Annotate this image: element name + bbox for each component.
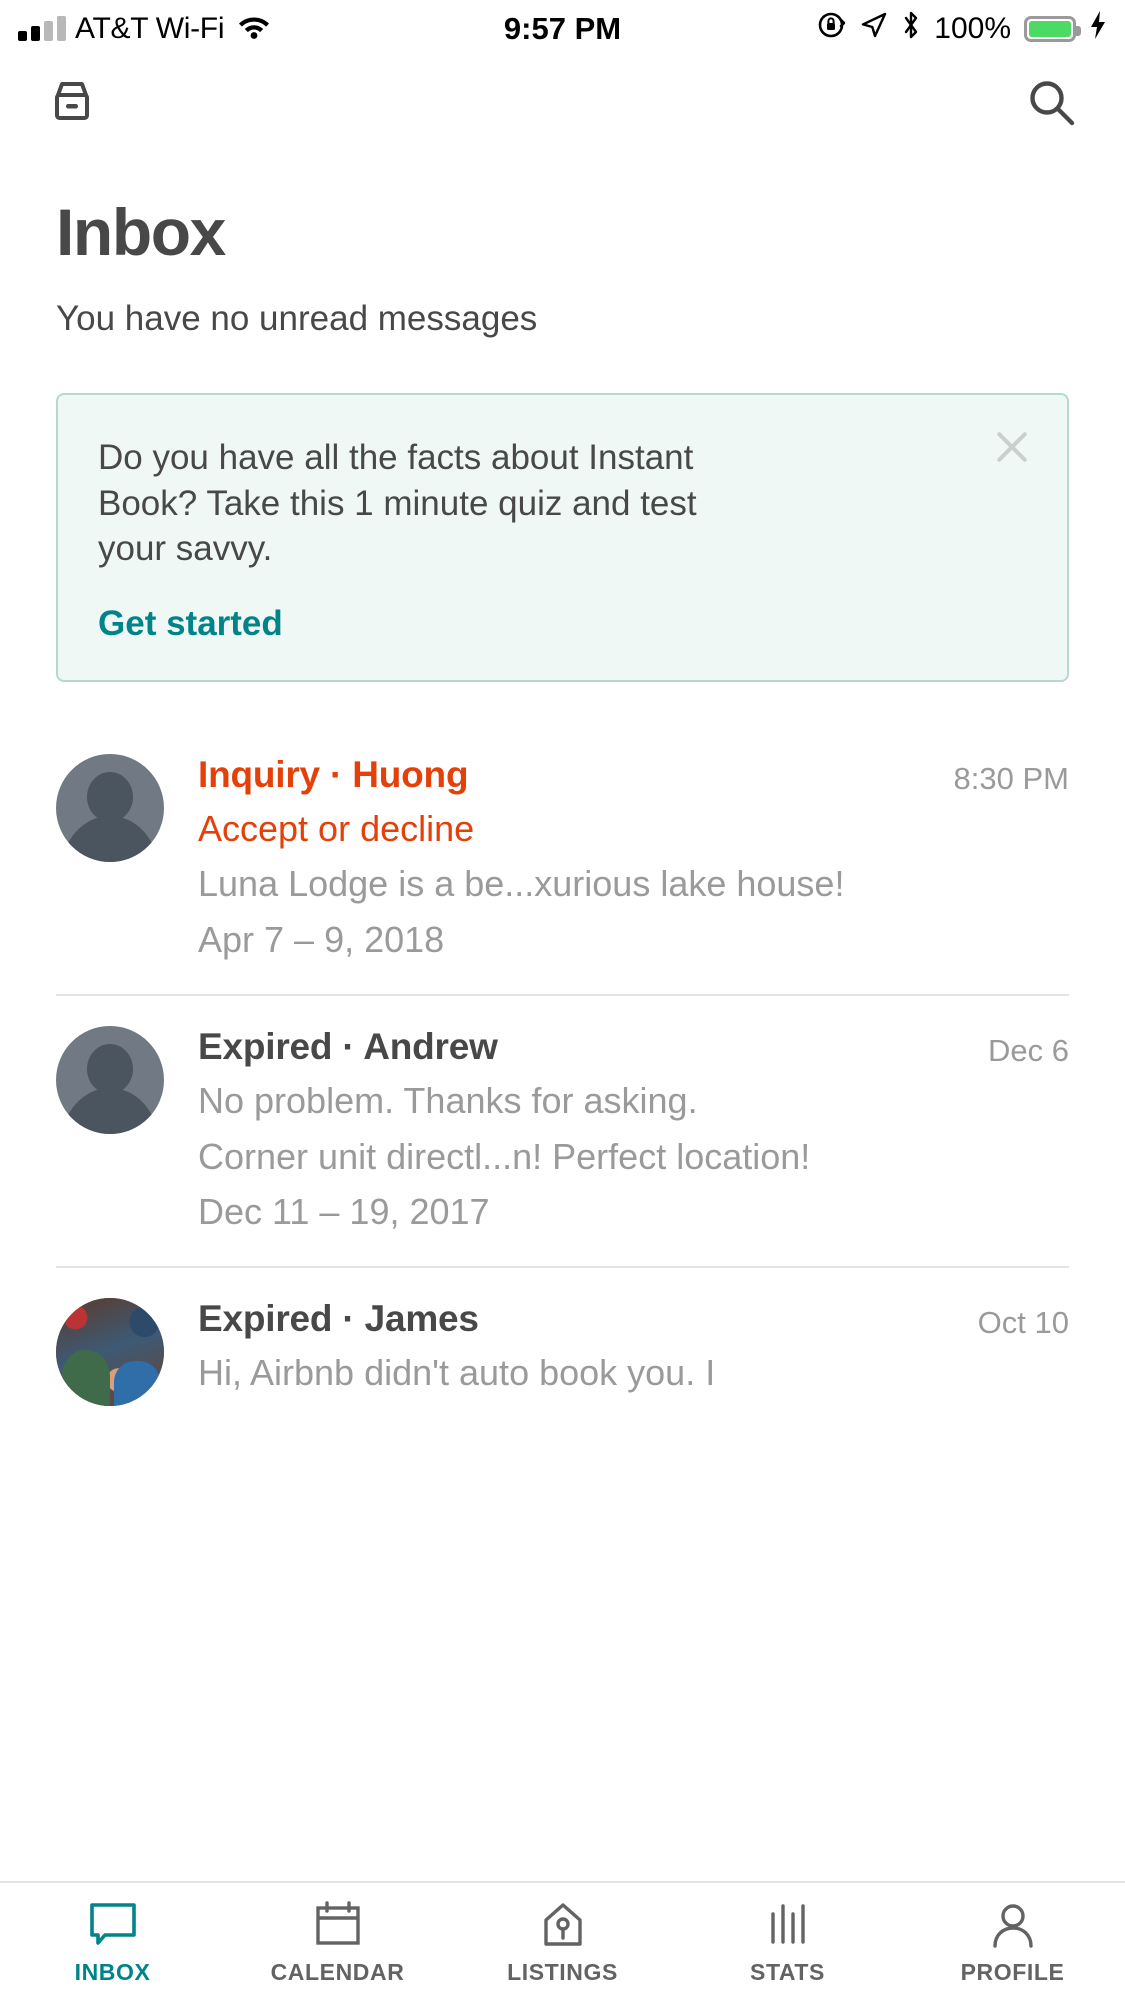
message-title: Inquiry · Huong [198,754,468,796]
battery-percent-label: 100% [934,12,1011,46]
message-action: Hi, Airbnb didn't auto book you. I [198,1350,1069,1397]
message-preview: Corner unit directl...n! Perfect locatio… [198,1134,1069,1181]
tab-inbox[interactable]: INBOX [0,1899,225,1986]
rotation-lock-icon [817,10,847,48]
bar-chart-icon [763,1899,813,1949]
message-time: Dec 6 [988,1026,1069,1069]
battery-icon [1024,16,1076,42]
get-started-link[interactable]: Get started [98,604,283,644]
tab-stats-label: STATS [750,1959,825,1986]
chat-bubble-icon [88,1899,138,1949]
search-icon[interactable] [1025,76,1079,135]
page-header: Inbox You have no unread messages [0,153,1125,339]
wifi-icon [237,11,271,47]
message-title: Expired · James [198,1298,479,1340]
tab-calendar[interactable]: CALENDAR [225,1899,450,1986]
status-bar-left: AT&T Wi-Fi [18,11,271,47]
message-title: Expired · Andrew [198,1026,498,1068]
table-row[interactable]: Expired · James Oct 10 Hi, Airbnb didn't… [0,1266,1125,1436]
bluetooth-icon [901,10,921,48]
tab-profile[interactable]: PROFILE [900,1899,1125,1986]
avatar [56,1026,164,1134]
message-action: No problem. Thanks for asking. [198,1078,1069,1125]
charging-bolt-icon [1089,10,1107,48]
message-content: Expired · Andrew Dec 6 No problem. Thank… [198,1026,1069,1236]
message-dates: Dec 11 – 19, 2017 [198,1189,1069,1236]
tab-listings[interactable]: LISTINGS [450,1899,675,1986]
message-content: Inquiry · Huong 8:30 PM Accept or declin… [198,754,1069,964]
message-time: Oct 10 [978,1298,1069,1341]
avatar [56,1298,164,1406]
message-time: 8:30 PM [954,754,1069,797]
message-action: Accept or decline [198,806,1069,853]
tab-profile-label: PROFILE [961,1959,1065,1986]
message-dates: Apr 7 – 9, 2018 [198,917,1069,964]
bottom-tab-bar: INBOX CALENDAR LISTINGS [0,1881,1125,2001]
message-preview: Luna Lodge is a be...xurious lake house! [198,861,1069,908]
avatar [56,754,164,862]
person-icon [988,1899,1038,1949]
tab-calendar-label: CALENDAR [271,1959,405,1986]
close-icon[interactable] [985,421,1037,473]
signal-bars-icon [18,17,66,41]
tab-listings-label: LISTINGS [507,1959,618,1986]
calendar-icon [313,1899,363,1949]
status-bar-right: 100% [817,10,1107,48]
carrier-label: AT&T Wi-Fi [75,12,224,46]
table-row[interactable]: Expired · Andrew Dec 6 No problem. Thank… [0,994,1125,1266]
location-arrow-icon [860,11,888,47]
tab-stats[interactable]: STATS [675,1899,900,1986]
table-row[interactable]: Inquiry · Huong 8:30 PM Accept or declin… [0,722,1125,994]
page-subtitle: You have no unread messages [56,299,1069,339]
navbar [0,58,1125,153]
archive-box-icon[interactable] [46,77,98,134]
page-title: Inbox [56,199,1069,265]
promo-banner-text: Do you have all the facts about Instant … [98,435,718,572]
promo-banner[interactable]: Do you have all the facts about Instant … [56,393,1069,682]
message-content: Expired · James Oct 10 Hi, Airbnb didn't… [198,1298,1069,1406]
message-list: Inquiry · Huong 8:30 PM Accept or declin… [0,722,1125,1437]
status-bar: AT&T Wi-Fi 9:57 PM [0,0,1125,58]
tab-inbox-label: INBOX [75,1959,151,1986]
house-icon [538,1899,588,1949]
